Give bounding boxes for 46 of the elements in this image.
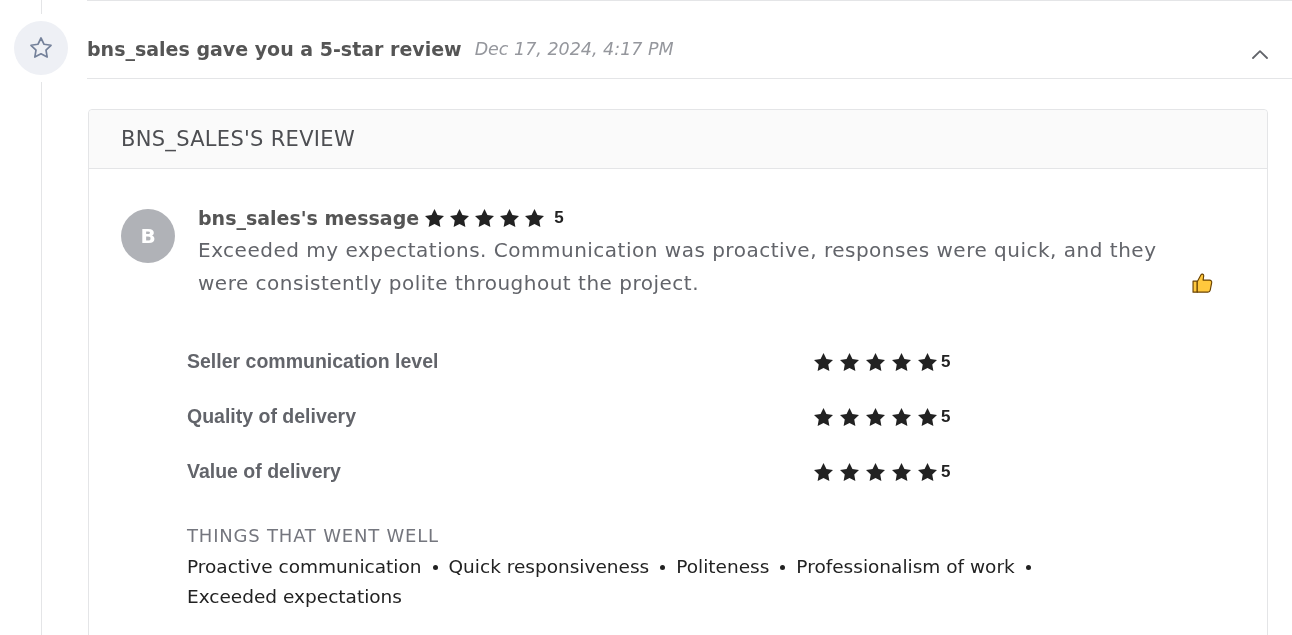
highlight-tag: Politeness: [676, 552, 770, 582]
section-heading: THINGS THAT WENT WELL: [187, 524, 439, 548]
star-icon: [892, 462, 911, 481]
timestamp: Dec 17, 2024, 4:17 PM: [474, 39, 674, 59]
star-icon: [425, 209, 445, 227]
rating-label: Value of delivery: [187, 460, 341, 483]
highlight-tag: Professionalism of work: [796, 552, 1015, 582]
star-icon: [475, 209, 495, 227]
rating-value: 5: [941, 461, 951, 482]
star-icon: [866, 352, 885, 371]
star-icon: [918, 407, 937, 426]
highlight-tag: Exceeded expectations: [187, 582, 402, 612]
author-name: bns_sales's message: [198, 207, 420, 229]
bullet-icon: [660, 564, 666, 570]
chevron-up-icon: [1252, 49, 1268, 59]
star-icon: [525, 209, 545, 227]
avatar: B: [121, 209, 175, 263]
bullet-icon: [1025, 564, 1031, 570]
rating-value: 5: [554, 208, 564, 228]
star-icon: [840, 462, 859, 481]
thumbs-up-icon: [1192, 272, 1214, 294]
rating-value: 5: [941, 406, 951, 427]
highlight-tag: Proactive communication: [187, 552, 422, 582]
rating-label: Quality of delivery: [187, 405, 357, 428]
toggle-button[interactable]: [1252, 49, 1268, 59]
star-icon: [500, 209, 520, 227]
notification-title: bns_sales gave you a 5-star review: [87, 38, 462, 60]
star-icon: [840, 407, 859, 426]
star-icon: [866, 407, 885, 426]
star-icon: [892, 407, 911, 426]
star-icon: [866, 462, 885, 481]
highlight-tag: Quick responsiveness: [448, 552, 650, 582]
star-icon: [918, 352, 937, 371]
star-icon: [892, 352, 911, 371]
star-icon: [814, 407, 833, 426]
card-title: BNS_SALES'S REVIEW: [121, 127, 355, 151]
rating-label: Seller communication level: [187, 350, 439, 373]
star-icon: [814, 462, 833, 481]
rating-value: 5: [941, 351, 951, 372]
star-icon: [450, 209, 470, 227]
bullet-icon: [780, 564, 786, 570]
star-icon: [918, 462, 937, 481]
star-icon: [814, 352, 833, 371]
review-text: Exceeded my expectations. Communication was proactive, responses were quick, and they were consistently polite throughout the project.: [198, 237, 1158, 297]
bullet-icon: [432, 564, 438, 570]
star-icon: [840, 352, 859, 371]
